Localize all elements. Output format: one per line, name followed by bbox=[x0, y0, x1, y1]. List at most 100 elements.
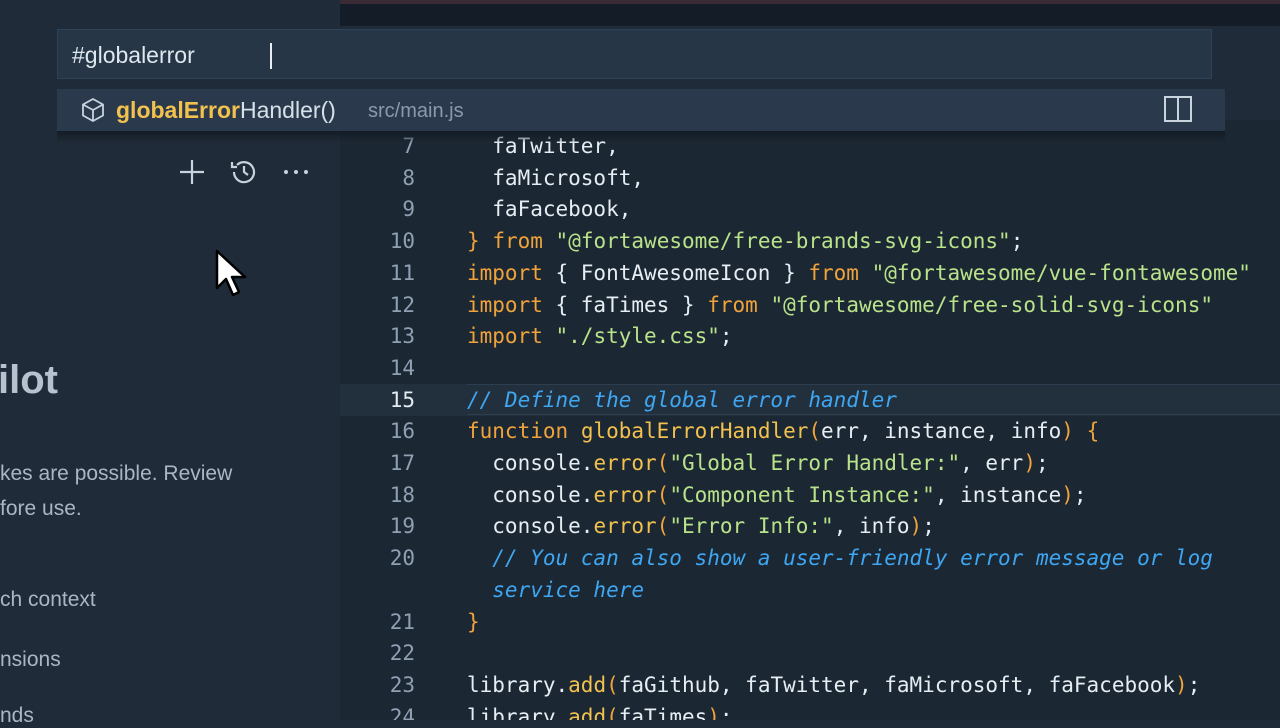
line-number: 20 bbox=[389, 546, 415, 571]
code-line[interactable]: 17 console.error("Global Error Handler:"… bbox=[340, 447, 1280, 479]
code-text: function globalErrorHandler(err, instanc… bbox=[467, 419, 1099, 443]
line-number: 15 bbox=[389, 387, 415, 412]
line-number: 24 bbox=[389, 704, 415, 720]
line-number: 12 bbox=[389, 292, 415, 317]
code-token: // Define the global error handler bbox=[467, 387, 897, 412]
code-token: import bbox=[467, 260, 543, 285]
code-line[interactable]: 22 bbox=[340, 637, 1280, 669]
code-line[interactable]: 10 } from "@fortawesome/free-brands-svg-i… bbox=[340, 225, 1280, 257]
code-token: "@fortawesome/vue-fontawesome" bbox=[871, 260, 1251, 285]
code-token: ) bbox=[909, 514, 923, 539]
code-token: console. bbox=[467, 514, 594, 539]
code-text: } from "@fortawesome/free-brands-svg-ico… bbox=[467, 229, 1023, 253]
code-text: console.error("Component Instance:", ins… bbox=[467, 482, 1087, 507]
code-line[interactable]: 13 import "./style.css"; bbox=[340, 320, 1280, 352]
code-token: faGithub, faTwitter, faMicrosoft, faFace… bbox=[618, 672, 1176, 697]
code-line[interactable]: 23 library.add(faGithub, faTwitter, faMic… bbox=[340, 669, 1280, 701]
code-token: ) bbox=[1061, 482, 1074, 507]
commands-link[interactable]: nds bbox=[0, 704, 34, 728]
code-text: } bbox=[467, 610, 480, 634]
code-token: ) bbox=[1175, 672, 1188, 697]
title-bar-accent bbox=[340, 0, 1280, 4]
code-token: ( bbox=[656, 514, 670, 539]
code-token: ; bbox=[1073, 482, 1087, 507]
code-line[interactable]: 18 console.error("Component Instance:", … bbox=[340, 479, 1280, 511]
code-token: "./style.css" bbox=[555, 324, 720, 349]
code-token: ; bbox=[719, 704, 733, 720]
attach-context-link[interactable]: ch context bbox=[0, 588, 96, 612]
code-token: ; bbox=[719, 324, 733, 349]
code-line[interactable]: 8 faMicrosoft, bbox=[340, 162, 1280, 194]
code-line[interactable]: 20 // You can also show a user-friendly … bbox=[340, 542, 1280, 574]
code-token: from bbox=[707, 292, 758, 317]
result-file-path: src/main.js bbox=[368, 100, 464, 122]
code-token: error bbox=[593, 482, 657, 507]
line-number: 9 bbox=[402, 197, 415, 222]
code-token: , instance bbox=[934, 482, 1062, 507]
code-token: console. bbox=[467, 482, 594, 507]
code-token: "Component Instance:" bbox=[669, 482, 935, 507]
code-text: console.error("Global Error Handler:", e… bbox=[467, 451, 1048, 475]
code-line[interactable]: 15 // Define the global error handler bbox=[340, 383, 1280, 416]
quick-open-result[interactable]: globalErrorHandler() src/main.js bbox=[57, 89, 1225, 131]
result-symbol-name: globalErrorHandler() bbox=[116, 97, 336, 124]
code-token: faTimes bbox=[618, 704, 708, 720]
code-token: library. bbox=[467, 704, 569, 720]
code-token: ( bbox=[656, 451, 670, 475]
code-line[interactable]: 9 faFacebook, bbox=[340, 193, 1280, 225]
code-token: function bbox=[467, 419, 569, 444]
code-token: add bbox=[568, 672, 607, 697]
code-token: import bbox=[467, 292, 543, 317]
code-token: ) bbox=[1061, 419, 1074, 444]
code-token: import bbox=[467, 324, 543, 349]
quick-open-input[interactable] bbox=[70, 40, 1174, 70]
code-line[interactable]: 14 bbox=[340, 352, 1280, 384]
line-number: 10 bbox=[389, 229, 415, 254]
disclaimer-line: fore use. bbox=[0, 497, 82, 520]
code-line[interactable]: service here bbox=[340, 574, 1280, 606]
code-token: { FontAwesomeIcon } bbox=[542, 260, 809, 285]
code-token: } bbox=[467, 609, 480, 634]
code-token: { bbox=[1086, 419, 1100, 444]
code-token: ) bbox=[1023, 451, 1036, 475]
split-editor-icon[interactable] bbox=[1163, 95, 1193, 123]
line-number: 21 bbox=[389, 609, 415, 634]
code-text: library.add(faTimes); bbox=[467, 705, 733, 720]
more-icon[interactable] bbox=[276, 152, 316, 192]
code-token: ) bbox=[707, 704, 720, 720]
plus-icon[interactable] bbox=[172, 152, 212, 192]
code-text: // You can also show a user-friendly err… bbox=[467, 546, 1213, 570]
code-token: error bbox=[593, 514, 657, 539]
code-token: service here bbox=[467, 577, 645, 602]
code-token: } bbox=[467, 229, 480, 254]
code-line[interactable]: 19 console.error("Error Info:", info); bbox=[340, 510, 1280, 542]
code-token: ; bbox=[922, 514, 935, 539]
code-text: faMicrosoft, bbox=[467, 166, 644, 190]
result-match-text: globalError bbox=[116, 97, 240, 123]
code-token: ; bbox=[1010, 229, 1024, 254]
result-rest-text: Handler() bbox=[239, 97, 336, 123]
extensions-link[interactable]: nsions bbox=[0, 648, 61, 672]
code-line[interactable]: 21} bbox=[340, 606, 1280, 638]
code-token: "@fortawesome/free-brands-svg-icons" bbox=[555, 229, 1011, 254]
code-line[interactable]: 24 library.add(faTimes); bbox=[340, 701, 1280, 720]
code-token: , info bbox=[833, 514, 910, 539]
code-text: // Define the global error handler bbox=[467, 388, 897, 412]
code-text: console.error("Error Info:", info); bbox=[467, 514, 935, 538]
code-line[interactable]: 12 import { faTimes } from "@fortawesome/… bbox=[340, 289, 1280, 321]
code-editor[interactable]: 7 faTwitter, 8 faMicrosoft, 9 faFacebook, 1… bbox=[340, 120, 1280, 720]
history-icon[interactable] bbox=[224, 152, 264, 192]
text-caret bbox=[270, 43, 272, 69]
code-token: ( bbox=[606, 704, 619, 720]
code-token: "Error Info:" bbox=[669, 514, 834, 539]
code-text: library.add(faGithub, faTwitter, faMicro… bbox=[467, 673, 1200, 697]
code-line[interactable]: 16 function globalErrorHandler(err, insta… bbox=[340, 415, 1280, 447]
line-number: 8 bbox=[402, 165, 415, 190]
line-number: 18 bbox=[389, 482, 415, 507]
code-token: , err bbox=[960, 451, 1024, 475]
code-line[interactable]: 11 import { FontAwesomeIcon } from "@fort… bbox=[340, 257, 1280, 289]
code-token: globalErrorHandler bbox=[580, 419, 809, 444]
